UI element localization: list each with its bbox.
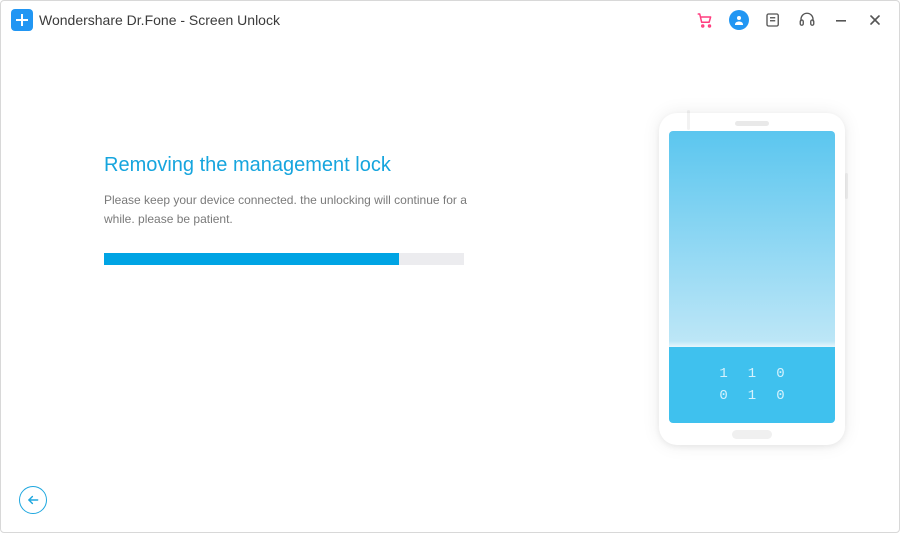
phone-earpiece bbox=[735, 121, 769, 126]
phone-side-button bbox=[845, 173, 848, 199]
app-logo-title: Wondershare Dr.Fone - Screen Unlock bbox=[11, 9, 280, 31]
binary-row-1: 110 bbox=[719, 366, 804, 382]
feedback-icon[interactable] bbox=[763, 10, 783, 30]
cart-icon[interactable] bbox=[695, 10, 715, 30]
phone-screen-top bbox=[669, 131, 835, 347]
user-icon[interactable] bbox=[729, 10, 749, 30]
close-button[interactable] bbox=[865, 10, 885, 30]
back-button[interactable] bbox=[19, 486, 47, 514]
progress-fill bbox=[104, 253, 399, 265]
page-subtext: Please keep your device connected. the u… bbox=[104, 191, 484, 229]
app-title: Wondershare Dr.Fone - Screen Unlock bbox=[39, 12, 280, 28]
phone-side-notch bbox=[687, 110, 690, 130]
titlebar: Wondershare Dr.Fone - Screen Unlock bbox=[1, 1, 899, 39]
phone-illustration: 110 010 bbox=[659, 113, 845, 445]
main-content: Removing the management lock Please keep… bbox=[1, 39, 899, 532]
phone-screen-keypad: 110 010 bbox=[669, 347, 835, 423]
minimize-button[interactable] bbox=[831, 10, 851, 30]
binary-row-2: 010 bbox=[719, 388, 804, 404]
support-icon[interactable] bbox=[797, 10, 817, 30]
phone-home-button bbox=[732, 430, 772, 439]
app-logo-icon bbox=[11, 9, 33, 31]
titlebar-actions bbox=[695, 10, 885, 30]
page-heading: Removing the management lock bbox=[104, 154, 391, 177]
progress-bar bbox=[104, 253, 464, 265]
phone-screen: 110 010 bbox=[669, 131, 835, 423]
